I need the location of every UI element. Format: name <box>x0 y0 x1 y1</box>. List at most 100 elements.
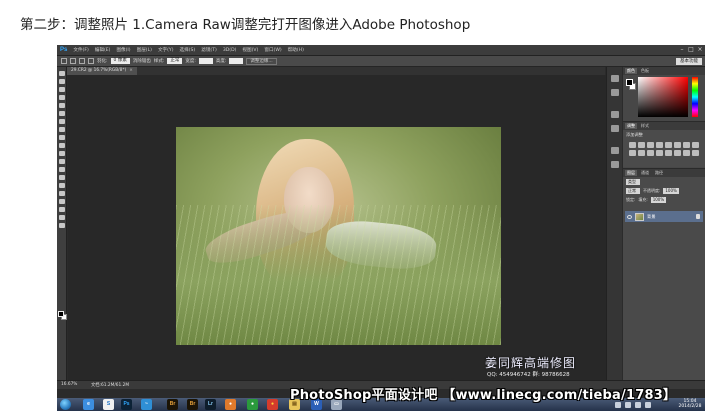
taskbar-app-icon[interactable]: Lr <box>205 399 216 410</box>
style-select[interactable]: 正常 <box>167 58 183 64</box>
eraser-tool-icon[interactable] <box>59 151 65 156</box>
history-panel-icon[interactable] <box>611 75 619 82</box>
subtract-selection-icon[interactable] <box>88 58 94 64</box>
menu-type[interactable]: 文字(Y) <box>155 47 177 53</box>
properties-panel-icon[interactable] <box>611 111 619 118</box>
menu-help[interactable]: 帮助(H) <box>285 47 307 53</box>
refine-edge-button[interactable]: 调整边缘... <box>246 57 277 65</box>
width-input[interactable] <box>198 58 213 64</box>
gradient-tool-icon[interactable] <box>59 159 65 164</box>
taskbar-app-icon[interactable]: Br <box>167 399 178 410</box>
menu-window[interactable]: 窗口(W) <box>261 47 284 53</box>
canvas-area[interactable] <box>68 75 606 380</box>
curves-icon[interactable] <box>647 142 654 148</box>
crop-tool-icon[interactable] <box>59 103 65 108</box>
tab-close-icon[interactable]: × <box>129 68 133 73</box>
zoom-tool-icon[interactable] <box>59 223 65 228</box>
invert-icon[interactable] <box>656 150 663 156</box>
quick-select-tool-icon[interactable] <box>59 95 65 100</box>
menu-3d[interactable]: 3D(D) <box>220 48 240 53</box>
menu-edit[interactable]: 编辑(E) <box>92 47 114 53</box>
new-selection-icon[interactable] <box>70 58 76 64</box>
taskbar-app-icon[interactable]: ● <box>267 399 278 410</box>
marquee-tool-icon[interactable] <box>59 79 65 84</box>
taskbar-app-icon[interactable]: ● <box>247 399 258 410</box>
fill-input[interactable]: 100% <box>650 196 667 203</box>
levels-icon[interactable] <box>638 142 645 148</box>
blend-mode-select[interactable]: 正常 <box>626 187 640 194</box>
foreground-color-swatch[interactable] <box>58 311 64 317</box>
hue-saturation-icon[interactable] <box>674 142 681 148</box>
vibrance-icon[interactable] <box>665 142 672 148</box>
clone-stamp-tool-icon[interactable] <box>59 135 65 140</box>
info-panel-icon[interactable] <box>611 125 619 132</box>
color-balance-icon[interactable] <box>683 142 690 148</box>
hand-tool-icon[interactable] <box>59 215 65 220</box>
marquee-tool-icon[interactable] <box>61 58 67 64</box>
document-info[interactable]: 文档:61.2M/61.2M <box>91 382 129 388</box>
start-button[interactable] <box>60 399 71 410</box>
photo-canvas[interactable] <box>176 127 501 345</box>
brush-tool-icon[interactable] <box>59 127 65 132</box>
height-input[interactable] <box>229 58 244 64</box>
workspace-select[interactable]: 基本功能 <box>676 58 702 65</box>
black-white-icon[interactable] <box>692 142 699 148</box>
lasso-tool-icon[interactable] <box>59 87 65 92</box>
maximize-button[interactable]: □ <box>688 46 694 53</box>
add-selection-icon[interactable] <box>79 58 85 64</box>
menu-filter[interactable]: 滤镜(T) <box>198 47 220 53</box>
shape-tool-icon[interactable] <box>59 207 65 212</box>
photo-filter-icon[interactable] <box>629 150 636 156</box>
menu-view[interactable]: 视图(V) <box>239 47 261 53</box>
exposure-icon[interactable] <box>656 142 663 148</box>
threshold-icon[interactable] <box>674 150 681 156</box>
selective-color-icon[interactable] <box>692 150 699 156</box>
eye-icon[interactable] <box>627 214 632 219</box>
tab-paths[interactable]: 路径 <box>653 170 665 176</box>
close-button[interactable]: × <box>697 46 703 53</box>
pen-tool-icon[interactable] <box>59 183 65 188</box>
tab-color[interactable]: 颜色 <box>625 68 637 74</box>
tab-swatches[interactable]: 色板 <box>639 68 651 74</box>
layer-kind-select[interactable]: 类型 <box>626 178 640 185</box>
taskbar-app-icon[interactable]: ● <box>225 399 236 410</box>
document-tab[interactable]: 29.CR2 @ 16.7%(RGB/8*) × <box>67 67 137 75</box>
channel-mixer-icon[interactable] <box>638 150 645 156</box>
blur-tool-icon[interactable] <box>59 167 65 172</box>
opacity-input[interactable]: 100% <box>663 187 679 194</box>
color-lookup-icon[interactable] <box>647 150 654 156</box>
tab-styles[interactable]: 样式 <box>639 123 651 129</box>
color-field[interactable] <box>638 77 688 117</box>
paragraph-panel-icon[interactable] <box>611 161 619 168</box>
tab-layers[interactable]: 图层 <box>625 170 637 176</box>
history-brush-tool-icon[interactable] <box>59 143 65 148</box>
character-panel-icon[interactable] <box>611 147 619 154</box>
menu-select[interactable]: 选择(S) <box>177 47 199 53</box>
tab-adjustments[interactable]: 调整 <box>625 123 637 129</box>
move-tool-icon[interactable] <box>59 71 65 76</box>
actions-panel-icon[interactable] <box>611 89 619 96</box>
layer-row-background[interactable]: 背景 <box>625 211 703 222</box>
menu-image[interactable]: 图像(I) <box>113 47 133 53</box>
feather-input[interactable]: 0 像素 <box>110 58 130 64</box>
menu-layer[interactable]: 图层(L) <box>134 47 155 53</box>
dodge-tool-icon[interactable] <box>59 175 65 180</box>
taskbar-app-icon[interactable]: Ps <box>121 399 132 410</box>
taskbar-app-icon[interactable]: Br <box>187 399 198 410</box>
taskbar-app-icon[interactable]: ~ <box>141 399 152 410</box>
type-tool-icon[interactable] <box>59 191 65 196</box>
menu-file[interactable]: 文件(F) <box>70 47 91 53</box>
path-select-tool-icon[interactable] <box>59 199 65 204</box>
eyedropper-tool-icon[interactable] <box>59 111 65 116</box>
brightness-icon[interactable] <box>629 142 636 148</box>
tab-channels[interactable]: 通道 <box>639 170 651 176</box>
panel-foreground-swatch[interactable] <box>626 79 633 86</box>
healing-brush-tool-icon[interactable] <box>59 119 65 124</box>
taskbar-app-icon[interactable]: e <box>83 399 94 410</box>
clock[interactable]: 15:04 2014/2/28 <box>678 399 702 409</box>
minimize-button[interactable]: – <box>679 46 685 53</box>
taskbar-app-icon[interactable]: S <box>103 399 114 410</box>
gradient-map-icon[interactable] <box>683 150 690 156</box>
antialias-checkbox[interactable]: 消除锯齿 <box>133 58 151 64</box>
hue-slider[interactable] <box>692 77 698 117</box>
